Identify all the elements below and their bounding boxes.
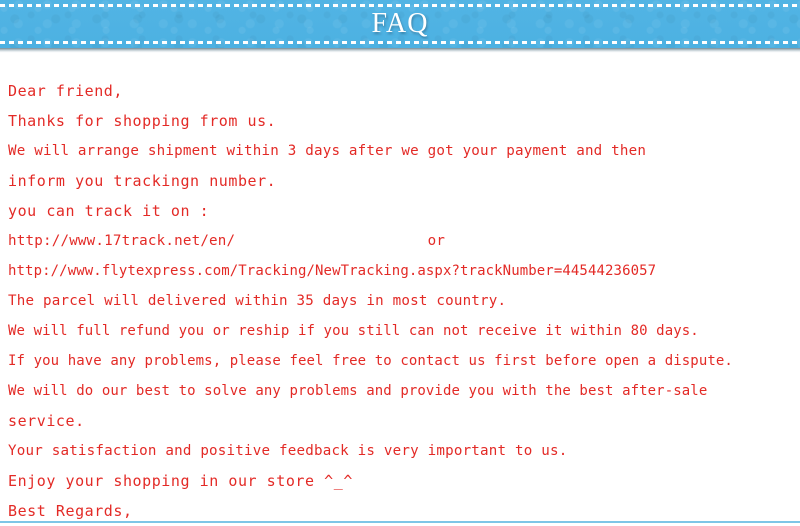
faq-line: Thanks for shopping from us. (8, 112, 277, 130)
faq-line: service. (8, 412, 85, 430)
faq-line: you can track it on : (8, 202, 210, 220)
faq-line: We will full refund you or reship if you… (8, 323, 699, 339)
faq-line: inform you trackingn number. (8, 172, 277, 190)
faq-line: We will do our best to solve any problem… (8, 383, 708, 399)
faq-line: Your satisfaction and positive feedback … (8, 443, 568, 459)
faq-line: Enjoy your shopping in our store ^_^ (8, 472, 353, 490)
faq-page: FAQ Dear friend, Thanks for shopping fro… (0, 0, 800, 526)
faq-body: Dear friend, Thanks for shopping from us… (0, 76, 800, 526)
tracking-link-17track[interactable]: http://www.17track.net/en/ or (0, 226, 800, 256)
faq-line: The parcel will delivered within 35 days… (8, 293, 507, 309)
faq-line: Dear friend, (8, 82, 123, 100)
faq-line: We will arrange shipment within 3 days a… (8, 143, 647, 159)
faq-line: If you have any problems, please feel fr… (8, 353, 733, 369)
faq-header-banner: FAQ (0, 0, 800, 48)
tracking-link-flytexpress[interactable]: http://www.flytexpress.com/Tracking/NewT… (0, 256, 800, 286)
banner-drop-shadow (0, 48, 800, 53)
dashed-line-bottom (0, 41, 800, 44)
footer-divider (0, 521, 800, 523)
